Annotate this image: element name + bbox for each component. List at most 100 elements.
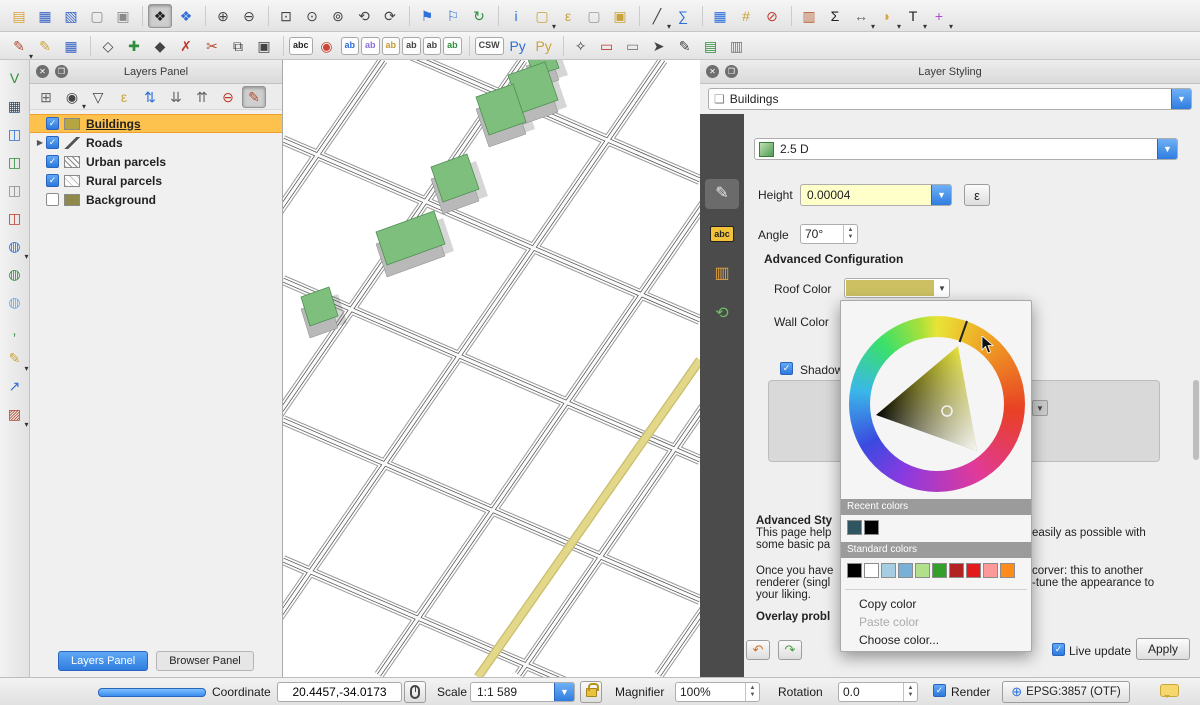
select-rectangle-icon[interactable]: ▭ (595, 34, 619, 58)
toggle-editing-icon[interactable]: ✎ (33, 34, 57, 58)
add-gpx-icon[interactable]: ↗ (3, 374, 27, 398)
layer-row-urban-parcels[interactable]: Urban parcels (30, 152, 282, 171)
styled-layer-combo[interactable]: ❏ Buildings ▼ (708, 88, 1192, 110)
spin-arrows-icon[interactable]: ▲▼ (903, 683, 917, 701)
export-map-icon[interactable]: ▤ (699, 34, 723, 58)
color-swatch[interactable] (1000, 563, 1015, 578)
zoom-in-icon[interactable]: ⊕ (211, 4, 235, 28)
label-ab-icon[interactable]: ab (341, 37, 360, 55)
height-combo[interactable]: 0.00004 ▼ (800, 184, 952, 206)
sum-icon[interactable]: Σ (823, 4, 847, 28)
shadow-checkbox[interactable] (780, 362, 793, 375)
add-mssql-layer-icon[interactable]: ◫ (3, 178, 27, 202)
add-delimited-text-icon[interactable]: , (3, 318, 27, 342)
color-swatch[interactable] (915, 563, 930, 578)
current-edits-icon[interactable]: ✎▾ (7, 34, 31, 58)
save-project-as-icon[interactable]: ▧ (59, 4, 83, 28)
color-swatch[interactable] (932, 563, 947, 578)
python-plugin-icon[interactable]: Py (532, 34, 556, 58)
color-swatch[interactable] (864, 520, 879, 535)
measure-icon[interactable]: ╱▾ (645, 4, 669, 28)
layer-row-roads[interactable]: ▶Roads (30, 133, 282, 152)
copy-features-icon[interactable]: ⧉ (226, 34, 250, 58)
add-spatialite-layer-icon[interactable]: ◫ (3, 150, 27, 174)
add-postgis-layer-icon[interactable]: ◫ (3, 122, 27, 146)
chart-icon[interactable]: ▥ (797, 4, 821, 28)
add-wfs-layer-icon[interactable]: ◍ (3, 290, 27, 314)
horizontal-scrollbar-thumb[interactable] (98, 688, 206, 697)
delete-selected-icon[interactable]: ✗ (174, 34, 198, 58)
tab-browser-panel[interactable]: Browser Panel (156, 651, 254, 671)
add-raster-layer-icon[interactable]: ▦ (3, 94, 27, 118)
style-manager-icon[interactable]: ▨▾ (3, 402, 27, 426)
field-calculator-icon[interactable]: # (734, 4, 758, 28)
sketch-tool-icon[interactable]: ✎ (673, 34, 697, 58)
deselect-features-icon[interactable]: ▢ (582, 4, 606, 28)
data-defined-epsilon-button[interactable]: ε (964, 184, 990, 206)
text-annotation-icon[interactable]: T▾ (901, 4, 925, 28)
paste-features-icon[interactable]: ▣ (252, 34, 276, 58)
filter-legend-icon[interactable]: ▽ (86, 86, 110, 108)
chevron-down-icon[interactable]: ▼ (935, 284, 949, 293)
labeling-icon[interactable]: abc (289, 37, 313, 55)
select-by-form-icon[interactable]: ▣ (608, 4, 632, 28)
history-tab-icon[interactable]: ⟲ (705, 299, 739, 329)
add-vector-layer-icon[interactable]: V (3, 66, 27, 90)
rotation-spinbox[interactable]: 0.0 ▲▼ (838, 682, 918, 702)
symbology-tab-icon[interactable]: ✎ (705, 179, 739, 209)
color-swatch[interactable] (881, 563, 896, 578)
move-feature-icon[interactable]: ◆ (148, 34, 172, 58)
scale-lock-button[interactable] (580, 681, 602, 703)
expander-icon[interactable]: ▶ (34, 138, 46, 147)
label-properties-icon[interactable]: ab (443, 37, 462, 55)
messages-bubble-icon[interactable] (1160, 684, 1179, 697)
chevron-down-icon[interactable]: ▼ (1032, 400, 1048, 416)
sort-layers-icon[interactable]: ⇅ (138, 86, 162, 108)
label-highlight-icon[interactable]: ab (382, 37, 401, 55)
show-bookmarks-icon[interactable]: ⚐ (441, 4, 465, 28)
pan-to-selection-icon[interactable]: ❖ (174, 4, 198, 28)
zoom-full-icon[interactable]: ⊡ (274, 4, 298, 28)
map-refresh-icon[interactable]: ↻ (467, 4, 491, 28)
open-layer-styling-icon[interactable]: ✎ (242, 86, 266, 108)
label-rotate-icon[interactable]: ab (423, 37, 442, 55)
remove-layer-icon[interactable]: ⊖ (216, 86, 240, 108)
color-swatch[interactable] (983, 563, 998, 578)
renderer-combo[interactable]: 2.5 D ▼ (754, 138, 1178, 160)
python-console-icon[interactable]: Py (506, 34, 530, 58)
color-swatch[interactable] (847, 520, 862, 535)
color-swatch[interactable] (949, 563, 964, 578)
attribute-table-icon[interactable]: ▦ (708, 4, 732, 28)
map-tips-icon[interactable]: ◗▾ (875, 4, 899, 28)
magnifier-spinbox[interactable]: 100% ▲▼ (675, 682, 760, 702)
add-wms-layer-icon[interactable]: ◍▾ (3, 234, 27, 258)
select-features-icon[interactable]: ▢▾ (530, 4, 554, 28)
save-project-icon[interactable]: ▦ (33, 4, 57, 28)
zoom-out-icon[interactable]: ⊖ (237, 4, 261, 28)
processing-icon[interactable]: ✧ (569, 34, 593, 58)
chevron-down-icon[interactable]: ▼ (1171, 89, 1191, 109)
angle-spinbox[interactable]: 70° ▲▼ (800, 224, 858, 244)
color-swatch[interactable] (966, 563, 981, 578)
expand-all-icon[interactable]: ⇊ (164, 86, 188, 108)
dashed-rect-icon[interactable]: ▭ (621, 34, 645, 58)
layer-row-rural-parcels[interactable]: Rural parcels (30, 171, 282, 190)
collapse-all-icon[interactable]: ⇈ (190, 86, 214, 108)
menu-item-choose-color[interactable]: Choose color... (841, 631, 1031, 649)
tab-layers-panel[interactable]: Layers Panel (58, 651, 148, 671)
menu-item-copy-color[interactable]: Copy color (841, 595, 1031, 613)
color-swatch[interactable] (898, 563, 913, 578)
add-oracle-layer-icon[interactable]: ◫ (3, 206, 27, 230)
save-layer-edits-icon[interactable]: ▦ (59, 34, 83, 58)
new-shapefile-icon[interactable]: ✎▾ (3, 346, 27, 370)
measure-line-icon[interactable]: ↔▾ (849, 4, 873, 28)
layer-row-buildings[interactable]: Buildings (30, 114, 282, 133)
layer-row-background[interactable]: Background (30, 190, 282, 209)
crs-status-button[interactable]: ⊕ EPSG:3857 (OTF) (1002, 681, 1130, 703)
cancel-render-icon[interactable]: ⊘ (760, 4, 784, 28)
cut-features-icon[interactable]: ✂ (200, 34, 224, 58)
label-pin-icon[interactable]: ab (361, 37, 380, 55)
chevron-down-icon[interactable]: ▼ (554, 683, 574, 701)
pointer-tool-icon[interactable]: ➤ (647, 34, 671, 58)
diagram-tab-icon[interactable]: ▥ (705, 259, 739, 289)
